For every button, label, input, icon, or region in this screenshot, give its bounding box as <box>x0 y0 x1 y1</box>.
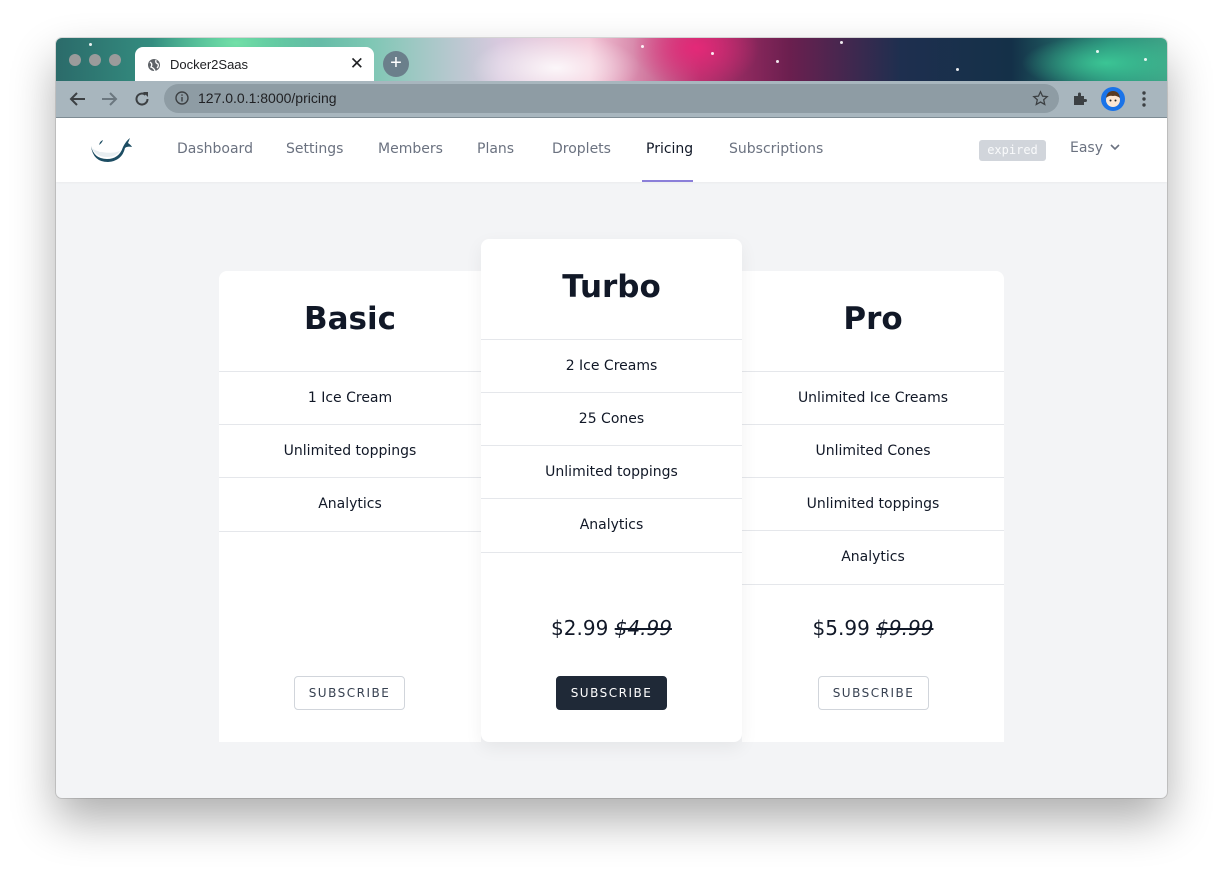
nav-members[interactable]: Members <box>378 141 443 157</box>
user-menu[interactable]: Easy <box>1070 140 1103 156</box>
plan-name: Turbo <box>562 269 661 305</box>
new-tab-button[interactable]: + <box>383 51 409 77</box>
globe-icon <box>148 59 160 72</box>
info-icon[interactable] <box>175 91 189 105</box>
browser-tab[interactable]: Docker2Saas ✕ <box>135 47 374 83</box>
profile-avatar[interactable] <box>1101 87 1125 111</box>
reload-icon[interactable] <box>134 91 150 107</box>
address-bar[interactable]: 127.0.0.1:8000/pricing <box>164 84 1059 113</box>
tab-title: Docker2Saas <box>170 57 249 72</box>
plan-price: $2.99 $4.99 <box>481 616 742 640</box>
back-arrow-icon[interactable] <box>69 91 86 107</box>
nav-pricing[interactable]: Pricing <box>646 141 693 157</box>
plan-feature: 25 Cones <box>481 392 742 446</box>
forward-arrow-icon[interactable] <box>101 91 118 107</box>
window-close-dot[interactable] <box>69 54 81 66</box>
extensions-puzzle-icon[interactable] <box>1072 91 1088 107</box>
plan-feature: 2 Ice Creams <box>481 339 742 393</box>
url-text: 127.0.0.1:8000/pricing <box>198 90 337 106</box>
plan-card-pro: Pro Unlimited Ice Creams Unlimited Cones… <box>742 271 1004 742</box>
browser-menu-icon[interactable] <box>1141 90 1147 108</box>
nav-dashboard[interactable]: Dashboard <box>177 141 253 157</box>
subscribe-button-turbo[interactable]: SUBSCRIBE <box>556 676 667 710</box>
whale-logo-icon[interactable] <box>90 135 132 165</box>
bookmark-star-icon[interactable] <box>1032 90 1049 107</box>
plan-feature: Analytics <box>742 530 1004 585</box>
nav-settings[interactable]: Settings <box>286 141 343 157</box>
plan-feature: Unlimited toppings <box>219 424 481 478</box>
plan-price: $5.99 $9.99 <box>742 616 1004 640</box>
status-badge: expired <box>979 140 1046 161</box>
plan-name: Pro <box>843 301 903 337</box>
nav-subscriptions[interactable]: Subscriptions <box>729 141 823 157</box>
active-tab-indicator <box>642 180 693 182</box>
plan-card-turbo: Turbo 2 Ice Creams 25 Cones Unlimited to… <box>481 239 742 742</box>
original-price: $4.99 <box>614 616 672 640</box>
plan-feature: Analytics <box>481 498 742 553</box>
subscribe-button-pro[interactable]: SUBSCRIBE <box>818 676 929 710</box>
plan-card-basic: Basic 1 Ice Cream Unlimited toppings Ana… <box>219 271 481 742</box>
plan-feature: Unlimited toppings <box>742 477 1004 531</box>
window-minimize-dot[interactable] <box>89 54 101 66</box>
subscribe-button-basic[interactable]: SUBSCRIBE <box>294 676 405 710</box>
browser-window: Docker2Saas ✕ + 127.0.0.1:8000/pricing D… <box>56 38 1167 798</box>
nav-droplets[interactable]: Droplets <box>552 141 611 157</box>
chevron-down-icon[interactable] <box>1110 142 1120 152</box>
plan-feature: Unlimited Ice Creams <box>742 371 1004 425</box>
nav-plans[interactable]: Plans <box>477 141 514 157</box>
window-zoom-dot[interactable] <box>109 54 121 66</box>
close-tab-icon[interactable]: ✕ <box>350 54 364 74</box>
app-navbar: Dashboard Settings Members Plans Droplet… <box>56 118 1167 182</box>
plan-feature: 1 Ice Cream <box>219 371 481 425</box>
plan-name: Basic <box>303 301 396 337</box>
current-price: $2.99 <box>551 616 609 640</box>
plan-feature: Unlimited Cones <box>742 424 1004 478</box>
browser-tab-strip: Docker2Saas ✕ + <box>56 38 1167 83</box>
plan-feature: Analytics <box>219 477 481 532</box>
original-price: $9.99 <box>876 616 934 640</box>
plan-feature: Unlimited toppings <box>481 445 742 499</box>
browser-toolbar: 127.0.0.1:8000/pricing <box>56 81 1167 118</box>
current-price: $5.99 <box>812 616 870 640</box>
